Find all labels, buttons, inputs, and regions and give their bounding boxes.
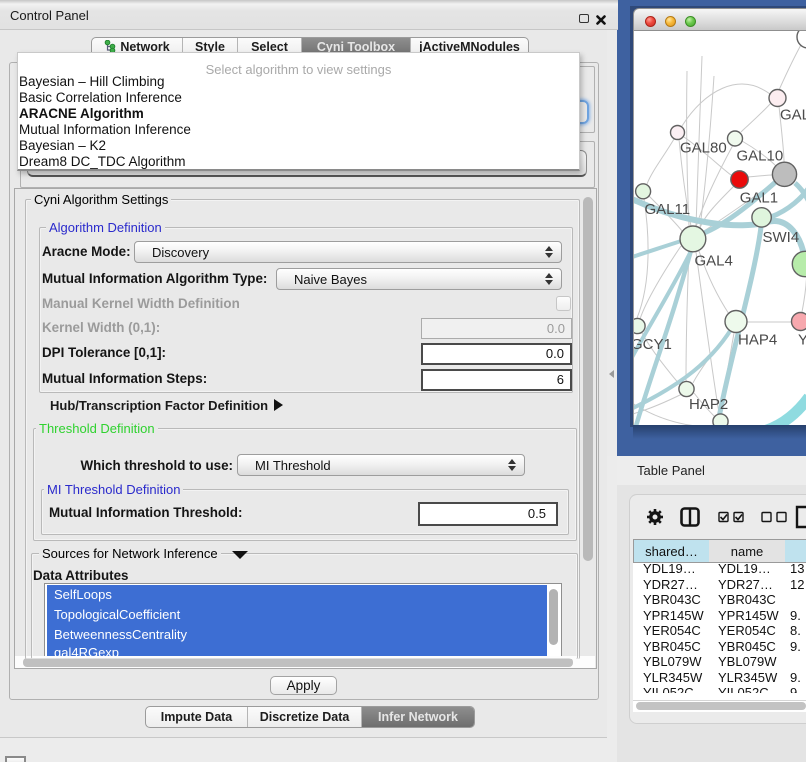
svg-text:GCY1: GCY1 (634, 336, 672, 353)
svg-text:GAL4: GAL4 (695, 253, 733, 270)
svg-text:GAL11: GAL11 (645, 201, 691, 218)
svg-text:HAP2: HAP2 (689, 396, 728, 413)
svg-text:SWI4: SWI4 (763, 229, 800, 246)
svg-text:YM: YM (798, 332, 806, 349)
svg-text:HAP4: HAP4 (738, 332, 777, 349)
svg-text:GAL10: GAL10 (737, 148, 784, 165)
svg-text:GAL1: GAL1 (740, 190, 778, 207)
svg-text:GAL2: GAL2 (780, 107, 806, 124)
svg-text:GAL80: GAL80 (680, 140, 727, 157)
